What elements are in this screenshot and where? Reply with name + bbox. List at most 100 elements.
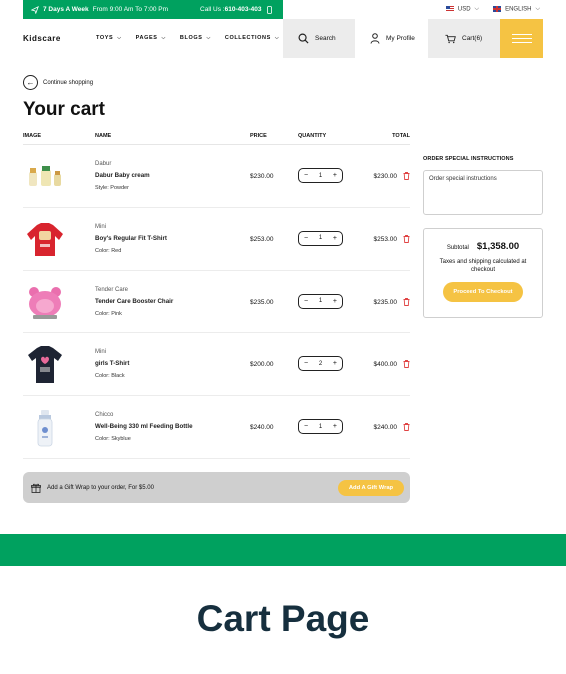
- trash-icon[interactable]: [403, 234, 410, 243]
- product-brand: Dabur: [95, 161, 112, 167]
- cart-label: Cart(6): [462, 35, 483, 42]
- table-row: Dabur Dabur Baby cream Style: Powder $23…: [23, 145, 410, 208]
- product-name[interactable]: Well-Being 330 ml Feeding Bottle: [95, 423, 193, 430]
- caption-title: Cart Page: [196, 598, 370, 639]
- plus-icon[interactable]: +: [333, 172, 337, 179]
- minus-icon[interactable]: −: [304, 360, 308, 367]
- product-name[interactable]: Boy's Regular Fit T-Shirt: [95, 235, 167, 242]
- arrow-left-icon: ←: [23, 75, 38, 90]
- product-price: $240.00: [250, 424, 274, 432]
- instructions-textarea[interactable]: Order special instructions: [423, 170, 543, 215]
- footer-band: [0, 534, 566, 566]
- variant-label: Color:: [95, 436, 110, 443]
- plus-icon[interactable]: +: [333, 235, 337, 242]
- product-image[interactable]: [23, 284, 67, 322]
- phone-icon: [267, 5, 273, 14]
- currency-value: USD: [457, 6, 471, 13]
- continue-shopping-link[interactable]: ← Continue shopping: [23, 75, 93, 90]
- main-nav: TOYS ⌵ PAGES ⌵ BLOGS ⌵ COLLECTIONS ⌵: [96, 35, 279, 41]
- quantity-stepper: − 1 +: [298, 168, 343, 183]
- uk-flag-icon: [493, 5, 502, 12]
- product-variant: Color: Pink: [95, 311, 122, 317]
- site-logo[interactable]: Kidscare: [23, 34, 61, 43]
- quantity-value[interactable]: 1: [319, 424, 322, 430]
- language-selector[interactable]: ENGLISH ⌵: [493, 5, 540, 14]
- table-row: Chicco Well-Being 330 ml Feeding Bottle …: [23, 396, 410, 459]
- subtotal-value: $1,358.00: [476, 241, 520, 252]
- nav-item-collections[interactable]: COLLECTIONS ⌵: [225, 35, 279, 41]
- minus-icon[interactable]: −: [304, 298, 308, 305]
- minus-icon[interactable]: −: [304, 235, 308, 242]
- table-row: Tender Care Tender Care Booster Chair Co…: [23, 271, 410, 334]
- nav-label: BLOGS: [179, 35, 203, 41]
- us-flag-icon: [445, 5, 454, 12]
- plus-icon[interactable]: +: [333, 360, 337, 367]
- col-total: TOTAL: [392, 133, 410, 139]
- quantity-stepper: − 1 +: [298, 293, 343, 309]
- table-row: Mini Boy's Regular Fit T-Shirt Color: Re…: [23, 208, 410, 271]
- product-variant: Style: Powder: [95, 185, 129, 191]
- plus-icon[interactable]: +: [333, 423, 337, 430]
- product-brand: Tender Care: [95, 286, 129, 293]
- quantity-value[interactable]: 1: [319, 173, 322, 179]
- search-button[interactable]: Search: [283, 19, 355, 58]
- line-total: $400.00: [373, 361, 398, 369]
- variant-value: Black: [111, 373, 125, 380]
- quantity-value[interactable]: 1: [319, 235, 322, 241]
- search-icon: [298, 33, 309, 44]
- nav-item-pages[interactable]: PAGES ⌵: [136, 35, 166, 41]
- product-price: $253.00: [250, 235, 274, 243]
- gift-icon: [31, 483, 41, 493]
- product-image[interactable]: [23, 221, 67, 259]
- plus-icon[interactable]: +: [333, 298, 337, 305]
- minus-icon[interactable]: −: [304, 423, 308, 430]
- minus-icon[interactable]: −: [304, 172, 308, 179]
- cart-icon: [445, 34, 456, 43]
- call-info: Call Us : 610-403-403: [200, 5, 273, 14]
- product-image[interactable]: [23, 409, 67, 447]
- product-price: $230.00: [250, 173, 274, 180]
- quantity-value[interactable]: 1: [319, 298, 322, 304]
- hours-info: 7 Days A Week From 9:00 Am To 7:00 Pm: [31, 5, 168, 14]
- menu-icon: [511, 33, 532, 44]
- cart-button[interactable]: Cart(6): [428, 19, 500, 58]
- product-brand: Chicco: [95, 412, 114, 419]
- chevron-down-icon: ⌵: [161, 35, 166, 41]
- profile-button[interactable]: My Profile: [355, 19, 428, 58]
- menu-button[interactable]: [500, 19, 543, 58]
- phone-number[interactable]: 610-403-403: [225, 6, 262, 13]
- product-name[interactable]: Tender Care Booster Chair: [95, 298, 173, 305]
- continue-label: Continue shopping: [43, 79, 94, 86]
- quantity-value[interactable]: 2: [319, 361, 322, 367]
- line-total: $240.00: [373, 424, 398, 432]
- product-name[interactable]: girls T-Shirt: [95, 360, 129, 367]
- table-row: Mini girls T-Shirt Color: Black $200.00 …: [23, 333, 410, 397]
- chevron-down-icon: ⌵: [117, 35, 122, 41]
- trash-icon[interactable]: [403, 172, 410, 180]
- trash-icon[interactable]: [403, 360, 410, 369]
- product-image[interactable]: [23, 158, 67, 196]
- subtotal-row: Subtotal $1,358.00: [424, 241, 542, 252]
- product-brand: Mini: [95, 349, 107, 356]
- days-text: 7 Days A Week: [43, 6, 89, 13]
- gift-wrap-bar: Add a Gift Wrap to your order, For $5.00…: [23, 472, 410, 503]
- nav-item-toys[interactable]: TOYS ⌵: [96, 35, 122, 41]
- promo-bar: 7 Days A Week From 9:00 Am To 7:00 Pm Ca…: [23, 0, 283, 19]
- nav-item-blogs[interactable]: BLOGS ⌵: [180, 35, 211, 41]
- variant-value: Powder: [110, 185, 129, 191]
- profile-label: My Profile: [386, 35, 415, 42]
- checkout-button[interactable]: Proceed To Checkout: [443, 282, 523, 302]
- quantity-stepper: − 1 +: [298, 419, 343, 435]
- variant-value: Red: [111, 247, 122, 254]
- product-brand: Mini: [95, 223, 107, 230]
- variant-label: Color:: [95, 247, 110, 254]
- col-image: IMAGE: [23, 133, 42, 139]
- trash-icon[interactable]: [403, 297, 410, 306]
- add-gift-wrap-button[interactable]: Add A Gift Wrap: [338, 480, 404, 496]
- product-image[interactable]: [23, 346, 67, 384]
- line-total: $235.00: [373, 298, 398, 306]
- trash-icon[interactable]: [403, 423, 410, 432]
- currency-selector[interactable]: USD ⌵: [445, 5, 479, 14]
- product-name[interactable]: Dabur Baby cream: [95, 172, 150, 179]
- send-icon: [31, 5, 39, 14]
